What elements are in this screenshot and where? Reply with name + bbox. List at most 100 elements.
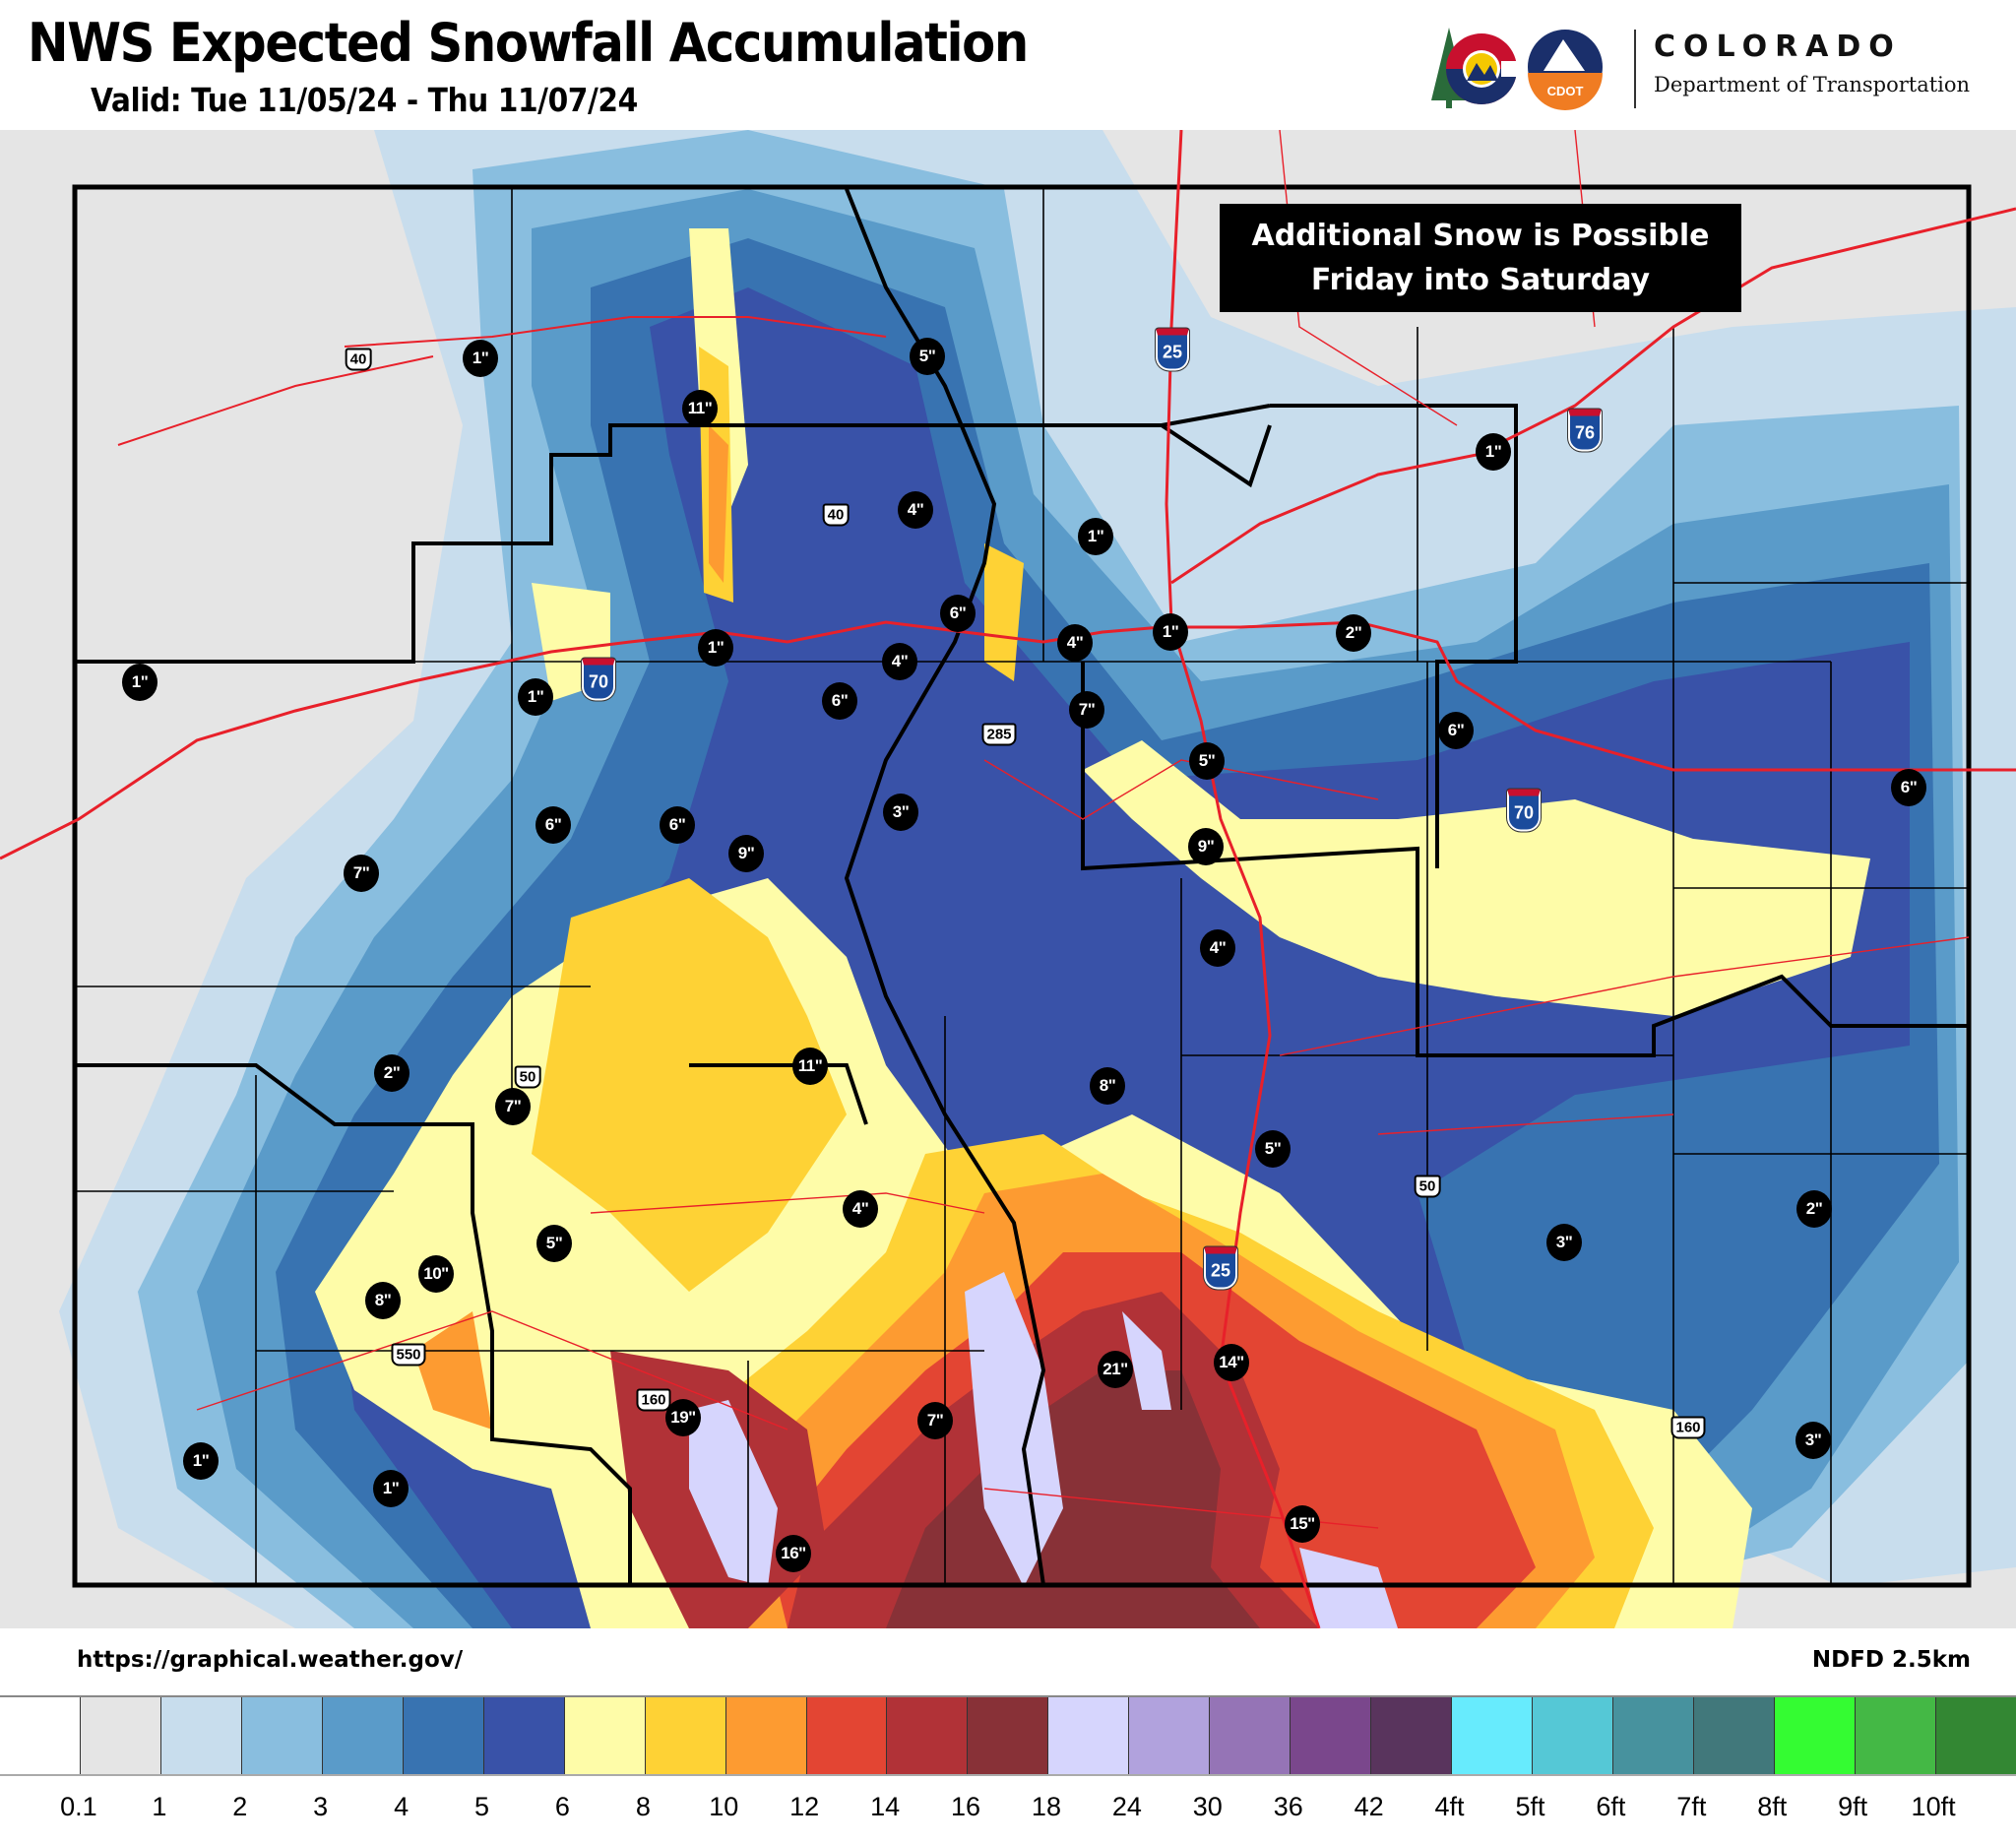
snowfall-marker: 11" bbox=[792, 1048, 828, 1085]
snowfall-legend bbox=[0, 1695, 2016, 1776]
snowfall-marker: 1" bbox=[373, 1470, 409, 1507]
snowfall-marker: 21" bbox=[1098, 1351, 1133, 1388]
legend-swatch bbox=[1693, 1697, 1774, 1774]
us-160-shield-icon: 160 bbox=[636, 1388, 671, 1412]
snowfall-marker: 5" bbox=[536, 1225, 572, 1262]
cdot-badge-icon: CDOT bbox=[1528, 30, 1603, 110]
us-285-shield-icon: 285 bbox=[981, 723, 1017, 746]
legend-label: 42 bbox=[1354, 1792, 1384, 1821]
snowfall-marker: 5" bbox=[1255, 1130, 1291, 1168]
legend-swatch bbox=[1451, 1697, 1533, 1774]
snowfall-marker: 1" bbox=[1476, 433, 1511, 471]
interstate-25-shield-icon: 25 bbox=[1156, 328, 1189, 371]
legend-label: 0.1 bbox=[60, 1792, 97, 1821]
snowfall-marker: 1" bbox=[1153, 613, 1188, 651]
snowfall-marker: 15" bbox=[1285, 1505, 1320, 1543]
logo-colorado-text: COLORADO bbox=[1654, 30, 1902, 64]
snowfall-marker: 7" bbox=[344, 855, 379, 892]
legend-label: 10 bbox=[709, 1792, 739, 1821]
us-50-shield-icon: 50 bbox=[514, 1065, 541, 1089]
snowfall-marker: 1" bbox=[1078, 518, 1113, 555]
snowfall-marker: 2" bbox=[1336, 614, 1371, 652]
legend-label: 4ft bbox=[1434, 1792, 1465, 1821]
legend-label: 18 bbox=[1031, 1792, 1061, 1821]
legend-label: 8ft bbox=[1757, 1792, 1788, 1821]
legend-swatch bbox=[402, 1697, 483, 1774]
legend-label: 1 bbox=[152, 1792, 167, 1821]
legend-label: 6 bbox=[554, 1792, 570, 1821]
us-40-shield-icon: 40 bbox=[345, 348, 372, 371]
snowfall-marker: 6" bbox=[822, 682, 857, 720]
snowfall-marker: 1" bbox=[518, 678, 553, 716]
snowfall-marker: 2" bbox=[374, 1054, 410, 1092]
snowfall-marker: 7" bbox=[917, 1402, 953, 1439]
legend-swatch bbox=[1047, 1697, 1129, 1774]
svg-text:CDOT: CDOT bbox=[1547, 84, 1584, 98]
us-160-shield-icon: 160 bbox=[1670, 1416, 1706, 1439]
legend-label: 12 bbox=[789, 1792, 820, 1821]
interstate-70-shield-icon: 70 bbox=[582, 658, 615, 701]
model-resolution: NDFD 2.5km bbox=[1811, 1647, 1971, 1673]
legend-swatch bbox=[1128, 1697, 1210, 1774]
snowfall-marker: 6" bbox=[1891, 769, 1926, 806]
snowfall-marker: 9" bbox=[1188, 828, 1224, 865]
legend-label: 6ft bbox=[1596, 1792, 1626, 1821]
us-50-shield-icon: 50 bbox=[1414, 1175, 1441, 1198]
snowfall-marker: 1" bbox=[698, 629, 733, 667]
map-title: NWS Expected Snowfall Accumulation bbox=[28, 12, 1029, 74]
interstate-25-shield-icon: 25 bbox=[1204, 1246, 1237, 1290]
source-url: https://graphical.weather.gov/ bbox=[77, 1647, 464, 1673]
legend-label: 24 bbox=[1111, 1792, 1142, 1821]
legend-swatch bbox=[1934, 1697, 2016, 1774]
legend-label: 4 bbox=[394, 1792, 410, 1821]
additional-snow-callout: Additional Snow is Possible Friday into … bbox=[1220, 204, 1741, 312]
snowfall-marker: 3" bbox=[883, 794, 918, 831]
snowfall-marker: 1" bbox=[183, 1442, 219, 1480]
us-550-shield-icon: 550 bbox=[391, 1343, 426, 1367]
snowfall-marker: 14" bbox=[1214, 1344, 1249, 1381]
legend-label: 5ft bbox=[1515, 1792, 1545, 1821]
legend-swatch bbox=[482, 1697, 564, 1774]
legend-swatch bbox=[159, 1697, 241, 1774]
legend-swatch bbox=[886, 1697, 968, 1774]
legend-label: 16 bbox=[951, 1792, 981, 1821]
snowfall-marker: 8" bbox=[1090, 1067, 1125, 1105]
valid-period: Valid: Tue 11/05/24 - Thu 11/07/24 bbox=[91, 81, 638, 119]
legend-swatch bbox=[1773, 1697, 1855, 1774]
snowfall-marker: 3" bbox=[1796, 1422, 1831, 1459]
legend-swatch bbox=[1612, 1697, 1694, 1774]
snowfall-marker: 7" bbox=[1069, 691, 1104, 729]
legend-swatch bbox=[1532, 1697, 1613, 1774]
legend-swatch bbox=[724, 1697, 806, 1774]
snowfall-map bbox=[0, 130, 2016, 1628]
legend-swatch bbox=[0, 1697, 80, 1774]
legend-swatch bbox=[79, 1697, 160, 1774]
legend-swatch bbox=[1370, 1697, 1452, 1774]
snowfall-marker: 1" bbox=[463, 340, 498, 377]
callout-line-1: Additional Snow is Possible bbox=[1251, 219, 1710, 253]
logo-divider bbox=[1634, 30, 1636, 108]
cdot-logo: CDOT COLORADO Department of Transportati… bbox=[1427, 22, 2008, 112]
legend-label: 9ft bbox=[1838, 1792, 1868, 1821]
snowfall-marker: 5" bbox=[910, 338, 945, 375]
snowfall-marker: 4" bbox=[1200, 929, 1235, 967]
legend-label: 5 bbox=[474, 1792, 490, 1821]
legend-label: 36 bbox=[1273, 1792, 1303, 1821]
snowfall-marker: 2" bbox=[1796, 1190, 1832, 1228]
legend-swatch bbox=[1290, 1697, 1371, 1774]
snowfall-marker: 5" bbox=[1189, 742, 1225, 780]
snowfall-marker: 4" bbox=[882, 643, 917, 680]
legend-label: 2 bbox=[232, 1792, 248, 1821]
snowfall-marker: 9" bbox=[728, 835, 764, 872]
snowfall-marker: 11" bbox=[682, 390, 718, 427]
snowfall-marker: 6" bbox=[536, 806, 571, 844]
legend-swatch bbox=[1854, 1697, 1935, 1774]
snowfall-marker: 16" bbox=[776, 1535, 811, 1572]
legend-swatch bbox=[967, 1697, 1048, 1774]
callout-line-2: Friday into Saturday bbox=[1310, 263, 1651, 297]
snowfall-marker: 4" bbox=[898, 491, 933, 529]
snowfall-marker: 6" bbox=[940, 595, 976, 632]
legend-swatch bbox=[240, 1697, 322, 1774]
legend-swatch bbox=[644, 1697, 725, 1774]
legend-label: 30 bbox=[1192, 1792, 1223, 1821]
